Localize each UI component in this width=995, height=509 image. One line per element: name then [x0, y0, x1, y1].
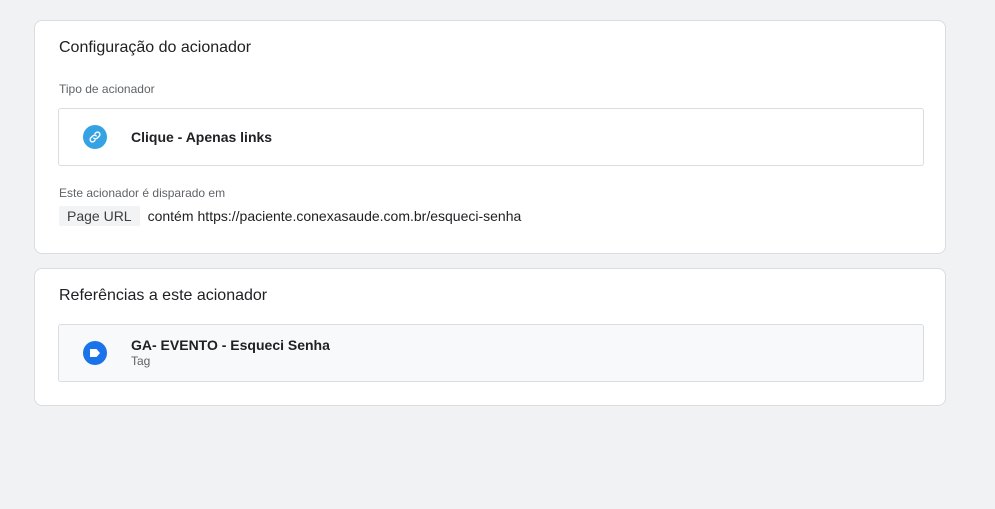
reference-type: Tag [131, 354, 151, 368]
trigger-configuration-title: Configuração do acionador [59, 39, 252, 56]
references-title: Referências a este acionador [59, 287, 268, 304]
condition-variable-chip: Page URL [59, 206, 140, 226]
fires-on-label: Este acionador é disparado em [59, 186, 226, 200]
trigger-references-card: Referências a este acionador GA- EVENTO … [34, 268, 946, 406]
trigger-configuration-card: Configuração do acionador Tipo de aciona… [34, 20, 946, 254]
condition-operator: contém [147, 208, 194, 224]
trigger-type-label: Tipo de acionador [59, 82, 155, 96]
condition-value: https://paciente.conexasaude.com.br/esqu… [197, 208, 522, 224]
reference-name: GA- EVENTO - Esqueci Senha [131, 337, 330, 353]
trigger-type-selector[interactable]: Clique - Apenas links [58, 108, 924, 166]
tag-icon [83, 341, 107, 365]
trigger-condition: Page URL contém https://paciente.conexas… [59, 206, 521, 226]
trigger-type-name: Clique - Apenas links [131, 129, 273, 145]
reference-item[interactable]: GA- EVENTO - Esqueci Senha Tag [58, 324, 924, 382]
link-icon [83, 125, 107, 149]
